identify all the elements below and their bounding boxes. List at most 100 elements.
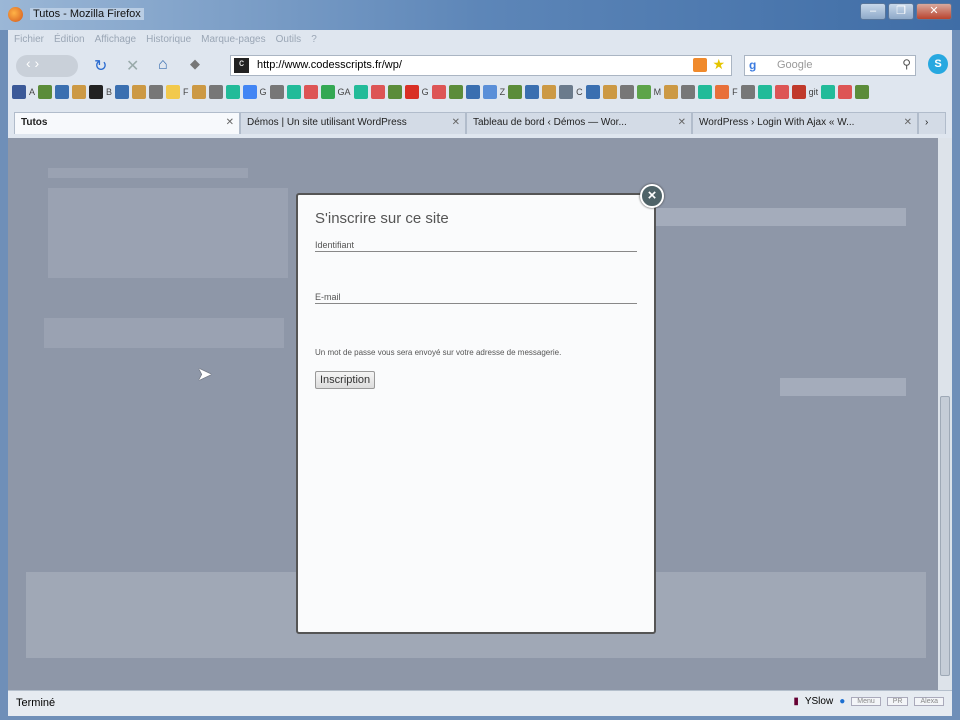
menu-historique[interactable]: Historique [146, 34, 191, 46]
bookmark-icon[interactable] [404, 85, 419, 99]
pagerank-pill[interactable]: PR [886, 697, 909, 706]
bookmark-icon[interactable] [89, 85, 104, 99]
reload-icon[interactable]: ↻ [94, 56, 107, 76]
bookmark-icon[interactable] [681, 85, 696, 99]
home-icon[interactable]: ⌂ [158, 56, 168, 74]
inscription-button[interactable]: Inscription [315, 371, 376, 389]
globe-icon[interactable]: ● [839, 696, 845, 707]
tab-wordpress-login[interactable]: WordPress › Login With Ajax « W... ✕ [692, 112, 918, 134]
bookmark-icon[interactable] [619, 85, 634, 99]
bookmark-label[interactable]: git [809, 87, 819, 97]
bookmark-icon[interactable] [303, 85, 318, 99]
menu-marque-pages[interactable]: Marque-pages [201, 34, 265, 46]
bookmark-icon[interactable] [855, 85, 870, 99]
minimize-button[interactable]: – [860, 3, 886, 20]
username-input[interactable] [315, 252, 637, 278]
menu-fichier[interactable]: Fichier [14, 34, 44, 46]
tab-label: WordPress › Login With Ajax « W... [699, 117, 855, 128]
search-input[interactable]: g Google ⚲ [744, 55, 916, 76]
bookmark-icon[interactable] [774, 85, 789, 99]
bookmark-icon[interactable] [559, 85, 574, 99]
menu-pill[interactable]: Menu [851, 697, 881, 706]
tab-demos[interactable]: Démos | Un site utilisant WordPress ✕ [240, 112, 466, 134]
bookmark-label[interactable]: A [29, 87, 35, 97]
stop-icon[interactable]: ✕ [126, 56, 139, 76]
bookmark-icon[interactable] [431, 85, 446, 99]
bookmark-icon[interactable] [132, 85, 147, 99]
bookmark-label[interactable]: Z [500, 87, 506, 97]
bookmark-star-icon[interactable]: ★ [712, 56, 725, 73]
menu-edition[interactable]: Édition [54, 34, 85, 46]
bookmark-icon[interactable] [740, 85, 755, 99]
menu-affichage[interactable]: Affichage [95, 34, 137, 46]
bookmark-icon[interactable] [698, 85, 713, 99]
bookmark-icon[interactable] [353, 85, 368, 99]
bookmark-label[interactable]: B [106, 87, 112, 97]
bookmark-label[interactable]: GA [338, 87, 351, 97]
email-input[interactable] [315, 304, 637, 330]
bookmark-label[interactable]: G [260, 87, 267, 97]
bookmark-icon[interactable] [166, 85, 181, 99]
url-bar[interactable]: c http://www.codesscripts.fr/wp/ ★ [230, 55, 732, 76]
close-tab-icon[interactable]: ✕ [452, 117, 460, 128]
bookmark-icon[interactable] [838, 85, 853, 99]
bookmark-label[interactable]: F [732, 87, 738, 97]
tab-tutos[interactable]: Tutos ✕ [14, 112, 240, 134]
bookmark-icon[interactable] [636, 85, 651, 99]
close-tab-icon[interactable]: ✕ [678, 117, 686, 128]
bookmark-icon[interactable] [387, 85, 402, 99]
close-window-button[interactable]: ✕ [916, 3, 952, 20]
bookmark-icon[interactable] [757, 85, 772, 99]
bookmark-icon[interactable] [38, 85, 53, 99]
bookmark-icon[interactable] [791, 85, 806, 99]
bookmark-icon[interactable] [482, 85, 497, 99]
bookmark-label[interactable]: C [576, 87, 583, 97]
bookmark-icon[interactable] [664, 85, 679, 99]
bookmark-icon[interactable] [149, 85, 164, 99]
bookmark-icon[interactable] [12, 85, 26, 99]
bookmark-icon[interactable] [191, 85, 206, 99]
bookmark-icon[interactable] [465, 85, 480, 99]
bookmark-icon[interactable] [525, 85, 540, 99]
tab-scroll-button[interactable]: › [918, 112, 946, 134]
scrollbar-thumb[interactable] [940, 396, 950, 676]
back-forward-button[interactable]: ‹ › [16, 55, 78, 77]
maximize-button[interactable]: ❐ [888, 3, 914, 20]
bookmark-icon[interactable] [320, 85, 335, 99]
scrollbar[interactable] [938, 138, 952, 690]
bookmark-label[interactable]: G [422, 87, 429, 97]
bookmark-icon[interactable] [208, 85, 223, 99]
tab-tableau-de-bord[interactable]: Tableau de bord ‹ Démos — Wor... ✕ [466, 112, 692, 134]
bookmark-label[interactable]: M [654, 87, 662, 97]
bookmark-icon[interactable] [242, 85, 257, 99]
bookmark-icon[interactable] [821, 85, 836, 99]
skype-icon[interactable]: S [928, 54, 948, 74]
extension-icon[interactable]: ◆ [190, 56, 200, 72]
status-bar: Terminé ▮ YSlow ● Menu PR Alexa [8, 690, 952, 716]
bookmark-icon[interactable] [715, 85, 730, 99]
bookmark-icon[interactable] [542, 85, 557, 99]
bookmark-icon[interactable] [286, 85, 301, 99]
bookmark-icon[interactable] [269, 85, 284, 99]
close-tab-icon[interactable]: ✕ [226, 117, 234, 128]
bookmark-icon[interactable] [448, 85, 463, 99]
rss-icon[interactable] [693, 58, 707, 72]
menu-help[interactable]: ? [311, 34, 317, 46]
bookmark-icon[interactable] [370, 85, 385, 99]
close-dialog-icon[interactable]: × [640, 184, 664, 208]
bookmark-icon[interactable] [115, 85, 130, 99]
bookmark-label[interactable]: F [183, 87, 189, 97]
bookmark-icon[interactable] [585, 85, 600, 99]
bookmark-icon[interactable] [55, 85, 70, 99]
yslow-label[interactable]: YSlow [805, 696, 833, 707]
bookmark-icon[interactable] [602, 85, 617, 99]
bookmark-icon[interactable] [508, 85, 523, 99]
alexa-pill[interactable]: Alexa [914, 697, 944, 706]
yslow-icon[interactable]: ▮ [793, 696, 799, 707]
menu-outils[interactable]: Outils [276, 34, 302, 46]
bookmark-icon[interactable] [72, 85, 87, 99]
search-icon[interactable]: ⚲ [902, 57, 911, 71]
close-tab-icon[interactable]: ✕ [904, 117, 912, 128]
tab-label: Tableau de bord ‹ Démos — Wor... [473, 117, 627, 128]
bookmark-icon[interactable] [225, 85, 240, 99]
